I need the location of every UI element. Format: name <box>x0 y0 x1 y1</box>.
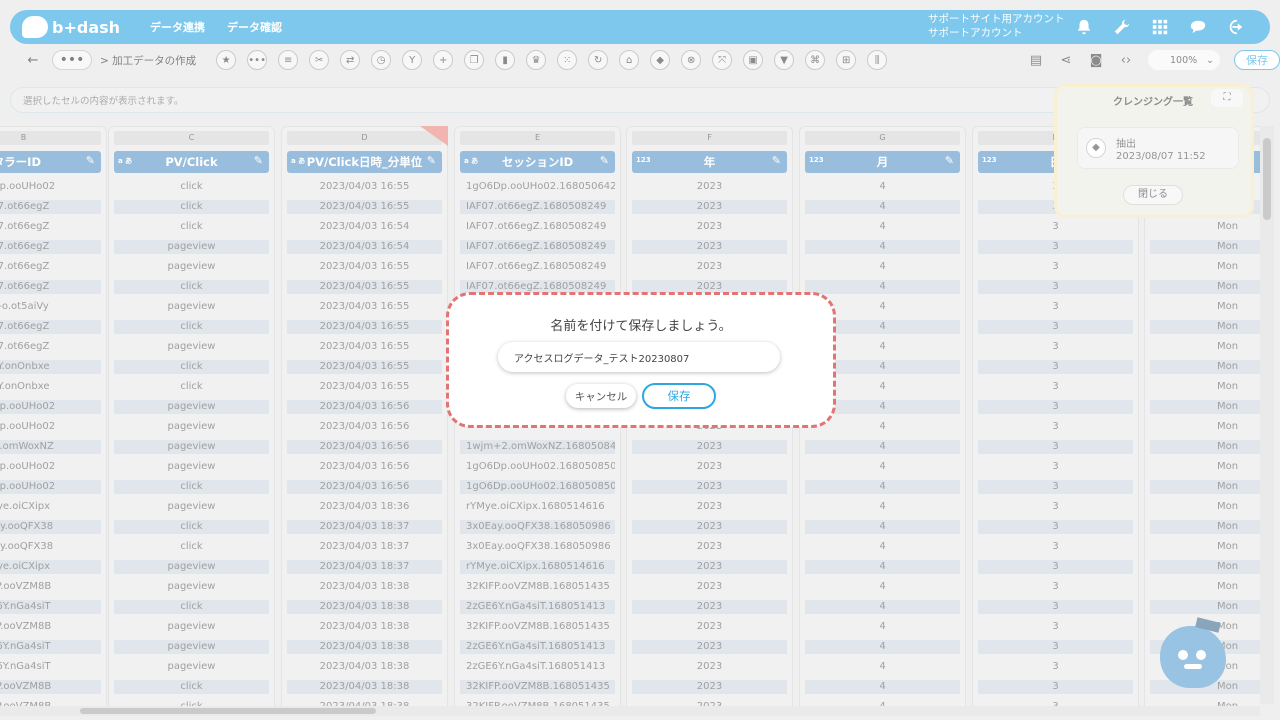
save-button[interactable]: 保存 <box>642 383 716 409</box>
data-name-input[interactable] <box>498 342 780 372</box>
dialog-title: 名前を付けて保存しましょう。 <box>550 319 732 334</box>
cancel-button[interactable]: キャンセル <box>566 384 636 408</box>
save-name-dialog: 名前を付けて保存しましょう。 キャンセル 保存 <box>446 292 836 428</box>
